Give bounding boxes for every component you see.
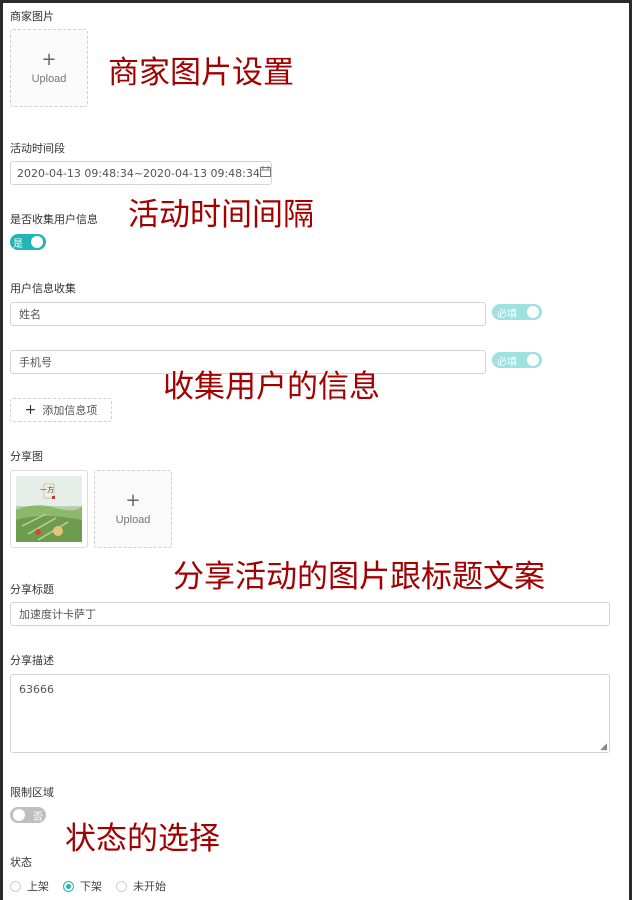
upload-text: Upload: [115, 514, 151, 526]
switch-knob: [13, 809, 25, 821]
resize-handle-icon[interactable]: ◢: [600, 742, 607, 752]
switch-knob: [31, 236, 43, 248]
radio-circle-selected: [63, 880, 74, 892]
svg-text:一方: 一方: [40, 485, 54, 494]
share-image-picture: 一方: [16, 476, 82, 542]
radio-circle: [10, 880, 21, 892]
required-label: 必填: [497, 356, 517, 368]
status-radio-group: 上架 下架 未开始: [10, 878, 166, 894]
plus-icon: +: [125, 490, 141, 511]
status-option-label: 未开始: [133, 880, 166, 893]
activity-time-value: 2020-04-13 09:48:34~2020-04-13 09:48:34: [17, 166, 260, 180]
switch-on-label: 是: [13, 238, 23, 250]
share-desc-label: 分享描述: [10, 654, 54, 667]
annotation-share: 分享活动的图片跟标题文案: [173, 559, 545, 595]
upload-text: Upload: [31, 73, 67, 85]
annotation-user-info: 收集用户的信息: [163, 369, 380, 405]
switch-knob: [527, 306, 539, 318]
user-info-field-name[interactable]: 姓名: [10, 302, 486, 326]
share-image-label: 分享图: [10, 450, 43, 463]
annotation-status: 状态的选择: [65, 821, 220, 857]
field-name-value: 姓名: [19, 308, 41, 321]
share-image-thumbnail[interactable]: 一方: [10, 470, 88, 548]
share-desc-textarea[interactable]: 63666 ◢: [10, 674, 610, 753]
radio-circle: [116, 880, 127, 892]
share-desc-value: 63666: [19, 683, 54, 696]
activity-time-label: 活动时间段: [10, 142, 65, 155]
add-info-item-button[interactable]: + 添加信息项: [10, 398, 112, 422]
annotation-merchant-image: 商家图片设置: [108, 55, 294, 91]
annotation-activity-time: 活动时间间隔: [128, 197, 314, 233]
status-option-on-shelf[interactable]: 上架: [10, 878, 49, 894]
share-image-upload[interactable]: + Upload: [94, 470, 172, 548]
plus-icon: +: [24, 402, 37, 418]
share-title-input[interactable]: 加速度计卡萨丁: [10, 602, 610, 626]
switch-off-label: 否: [33, 811, 43, 823]
form-page: 商家图片 + Upload 商家图片设置 活动时间段 2020-04-13 09…: [3, 3, 629, 900]
field-phone-value: 手机号: [19, 356, 52, 369]
status-option-not-started[interactable]: 未开始: [116, 878, 166, 894]
activity-time-range-picker[interactable]: 2020-04-13 09:48:34~2020-04-13 09:48:34: [10, 161, 272, 185]
share-title-label: 分享标题: [10, 583, 54, 596]
collect-info-switch[interactable]: 是: [10, 234, 46, 250]
status-option-label: 上架: [27, 880, 49, 893]
status-label: 状态: [10, 856, 32, 869]
limit-region-switch[interactable]: 否: [10, 807, 46, 823]
user-info-label: 用户信息收集: [10, 282, 76, 295]
required-label: 必填: [497, 308, 517, 320]
limit-region-label: 限制区域: [10, 786, 54, 799]
plus-icon: +: [41, 49, 57, 70]
status-option-off-shelf[interactable]: 下架: [63, 878, 102, 894]
status-option-label: 下架: [80, 880, 102, 893]
merchant-image-label: 商家图片: [10, 10, 54, 23]
add-info-item-label: 添加信息项: [42, 404, 98, 417]
merchant-image-upload[interactable]: + Upload: [10, 29, 88, 107]
required-switch-name[interactable]: 必填: [492, 304, 542, 320]
share-title-value: 加速度计卡萨丁: [19, 608, 96, 621]
required-switch-phone[interactable]: 必填: [492, 352, 542, 368]
calendar-icon: [259, 166, 271, 180]
collect-info-label: 是否收集用户信息: [10, 213, 98, 226]
switch-knob: [527, 354, 539, 366]
